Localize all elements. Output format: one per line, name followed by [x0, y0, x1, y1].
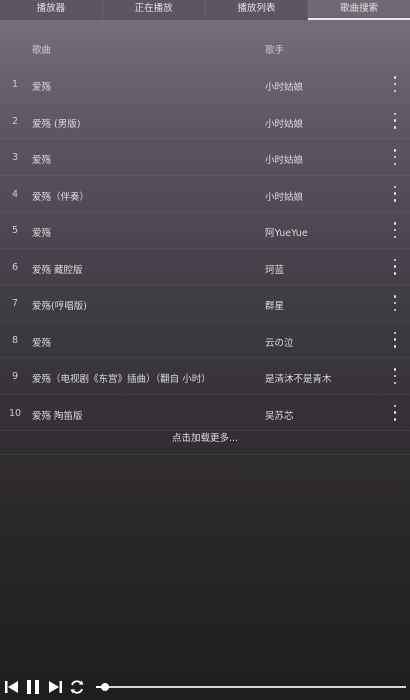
song-artist: 珂蓝 — [265, 264, 285, 276]
skip-next-icon[interactable] — [46, 678, 64, 696]
song-title: 爱殇(哼唱版) — [32, 301, 87, 312]
song-row[interactable]: 3 爱殇 小时姑娘 — [0, 139, 410, 176]
song-index: 7 — [11, 298, 19, 309]
more-options-icon[interactable] — [390, 222, 400, 238]
song-row[interactable]: 6 爱殇 藏腔版 珂蓝 — [0, 249, 410, 285]
song-index: 2 — [11, 115, 19, 127]
song-title: 爱殇 藏腔版 — [32, 264, 83, 276]
tab-song-search[interactable]: 歌曲搜索 — [308, 0, 410, 20]
load-more-button[interactable]: 点击加载更多... — [0, 424, 410, 455]
song-row[interactable]: 1 爱殇 小时姑娘 — [0, 66, 410, 103]
song-artist: 群星 — [265, 301, 285, 312]
more-options-icon[interactable] — [390, 295, 400, 311]
song-row[interactable]: 7 爱殇(哼唱版) 群星 — [0, 285, 410, 322]
song-row[interactable]: 8 爱殇 云の泣 — [0, 322, 410, 358]
song-index: 9 — [11, 371, 19, 382]
song-artist: 小时姑娘 — [265, 82, 304, 93]
tab-playlist[interactable]: 播放列表 — [206, 0, 309, 20]
more-options-icon[interactable] — [390, 185, 400, 202]
more-options-icon[interactable] — [390, 76, 400, 92]
progress-handle[interactable] — [101, 683, 110, 691]
song-index: 6 — [11, 261, 19, 273]
song-artist: 阿YueYue — [265, 228, 308, 239]
song-title: 爱殇 — [32, 337, 52, 349]
song-artist: 是清沐不是青木 — [265, 374, 332, 385]
song-row[interactable]: 2 爱殇 (男版) 小时姑娘 — [0, 103, 410, 139]
song-title: 爱殇 — [32, 228, 52, 239]
song-index: 4 — [11, 188, 19, 200]
column-header-title: 歌曲 — [32, 45, 52, 56]
tab-now-playing[interactable]: 正在播放 — [103, 0, 206, 20]
column-header-artist: 歌手 — [265, 45, 285, 56]
song-row[interactable]: 9 爱殇（电视剧《东宫》插曲）（翻自 小时） 是清沐不是青木 — [0, 358, 410, 395]
repeat-icon[interactable] — [68, 678, 86, 696]
skip-previous-icon[interactable] — [3, 678, 21, 696]
more-options-icon[interactable] — [390, 331, 400, 348]
song-row[interactable]: 4 爱殇（伴奏） 小时姑娘 — [0, 176, 410, 212]
song-title: 爱殇 (男版) — [32, 118, 81, 130]
pause-icon[interactable] — [24, 678, 42, 696]
list-header: 歌曲 歌手 — [0, 38, 410, 58]
song-artist: 吴苏芯 — [265, 410, 294, 422]
song-index: 8 — [11, 334, 19, 346]
tab-player[interactable]: 播放器 — [0, 0, 103, 20]
more-options-icon[interactable] — [390, 368, 400, 384]
song-title: 爱殇（伴奏） — [32, 191, 90, 203]
song-artist: 小时姑娘 — [265, 191, 304, 203]
song-title: 爱殇 — [32, 155, 52, 166]
tab-bar: 播放器 正在播放 播放列表 歌曲搜索 — [0, 0, 410, 20]
more-options-icon[interactable] — [390, 404, 400, 421]
song-title: 爱殇 — [32, 82, 52, 93]
progress-bar[interactable] — [96, 683, 406, 691]
song-row[interactable]: 5 爱殇 阿YueYue — [0, 212, 410, 249]
more-options-icon[interactable] — [390, 149, 400, 165]
song-index: 10 — [8, 407, 22, 419]
player-controls — [0, 676, 410, 698]
song-index: 5 — [11, 225, 19, 236]
song-title: 爱殇（电视剧《东宫》插曲）（翻自 小时） — [32, 374, 211, 385]
song-index: 1 — [11, 79, 19, 90]
song-title: 爱殇 陶笛版 — [32, 410, 83, 422]
song-index: 3 — [11, 152, 19, 163]
song-artist: 小时姑娘 — [265, 155, 304, 166]
more-options-icon[interactable] — [390, 112, 400, 129]
song-artist: 云の泣 — [265, 337, 294, 349]
song-list: 1 爱殇 小时姑娘 2 爱殇 (男版) 小时姑娘 3 爱殇 小时姑娘 4 爱殇（… — [0, 66, 410, 431]
song-artist: 小时姑娘 — [265, 118, 304, 130]
more-options-icon[interactable] — [390, 258, 400, 275]
